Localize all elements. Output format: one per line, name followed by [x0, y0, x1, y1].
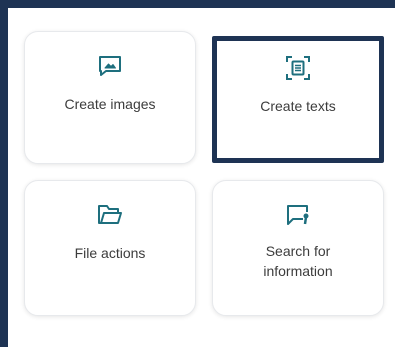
document-scan-icon [284, 54, 312, 82]
card-label: Create images [64, 96, 156, 112]
chat-search-icon [284, 201, 312, 229]
panel-border-top [0, 0, 395, 8]
image-icon [96, 52, 124, 80]
folder-icon [96, 201, 124, 229]
panel-border-left [0, 0, 8, 347]
card-label: File actions [74, 245, 146, 261]
tool-grid-panel: Create images Create texts File actions [0, 0, 395, 347]
card-label: Search for information [263, 243, 333, 279]
file-actions-card[interactable]: File actions [24, 180, 196, 316]
search-information-card[interactable]: Search for information [212, 180, 384, 316]
create-texts-card[interactable]: Create texts [212, 36, 384, 163]
card-label: Create texts [260, 98, 336, 114]
create-images-card[interactable]: Create images [24, 31, 196, 164]
